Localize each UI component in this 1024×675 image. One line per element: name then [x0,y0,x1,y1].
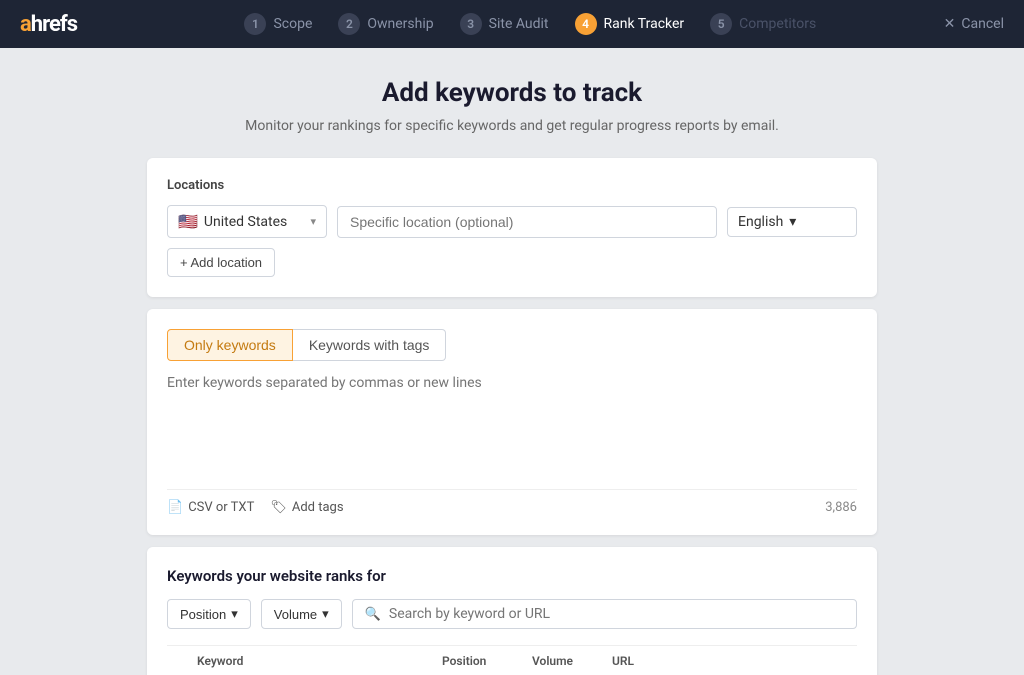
add-tags-button[interactable]: 🏷 Add tags [270,500,343,515]
locations-row: 🇺🇸 United States ▾ English ▾ [167,205,857,238]
keywords-card: Only keywords Keywords with tags 📄 CSV o… [147,309,877,535]
keyword-search-input[interactable] [389,606,844,622]
nav-steps: 1 Scope 2 Ownership 3 Site Audit 4 Rank … [117,9,944,39]
col-position: Position [442,654,532,668]
tab-only-keywords[interactable]: Only keywords [167,329,293,361]
col-volume: Volume [532,654,612,668]
ranks-card: Keywords your website ranks for Position… [147,547,877,675]
position-filter-label: Position [180,607,226,622]
keywords-count: 3,886 [825,500,857,515]
volume-filter-button[interactable]: Volume ▾ [261,599,342,629]
step-number-1: 1 [244,13,266,35]
nav-step-site-audit[interactable]: 3 Site Audit [450,9,559,39]
search-icon: 🔍 [365,607,381,622]
keyword-search-box: 🔍 [352,599,857,629]
col-url: URL [612,654,857,668]
step-number-3: 3 [460,13,482,35]
locations-card: Locations 🇺🇸 United States ▾ English ▾ +… [147,158,877,297]
step-number-5: 5 [710,13,732,35]
brand-logo: ahrefs [20,12,77,37]
nav-step-competitors: 5 Competitors [700,9,826,39]
nav-step-rank-tracker[interactable]: 4 Rank Tracker [565,9,695,39]
table-header: Keyword Position Volume URL [167,645,857,675]
keywords-tabs: Only keywords Keywords with tags [167,329,857,361]
position-filter-button[interactable]: Position ▾ [167,599,251,629]
filters-row: Position ▾ Volume ▾ 🔍 [167,599,857,629]
add-location-button[interactable]: + Add location [167,248,275,277]
chevron-down-icon-lang: ▾ [789,214,796,230]
ranks-title: Keywords your website ranks for [167,567,857,585]
page-title: Add keywords to track [382,78,642,108]
tag-icon: 🏷 [270,500,287,515]
csv-label: CSV or TXT [188,500,254,515]
chevron-down-icon: ▾ [310,215,316,228]
tab-keywords-with-tags[interactable]: Keywords with tags [293,329,447,361]
step-label-site-audit: Site Audit [489,16,549,32]
close-icon: ✕ [944,16,956,32]
volume-filter-label: Volume [274,607,317,622]
csv-import-button[interactable]: 📄 CSV or TXT [167,500,254,515]
cancel-label: Cancel [961,16,1004,32]
specific-location-input[interactable] [337,206,717,238]
step-number-4: 4 [575,13,597,35]
chevron-down-icon-volume: ▾ [322,606,329,622]
file-icon: 📄 [167,500,183,515]
country-select[interactable]: 🇺🇸 United States ▾ [167,205,327,238]
step-number-2: 2 [338,13,360,35]
add-tags-label: Add tags [292,500,344,515]
cancel-button[interactable]: ✕ Cancel [944,16,1004,32]
country-flag: 🇺🇸 [178,212,198,231]
top-nav: ahrefs 1 Scope 2 Ownership 3 Site Audit … [0,0,1024,48]
language-select[interactable]: English ▾ [727,207,857,237]
col-add [167,654,197,668]
keywords-card-footer: 📄 CSV or TXT 🏷 Add tags 3,886 [167,489,857,515]
locations-label: Locations [167,178,857,193]
step-label-competitors: Competitors [739,16,816,32]
keywords-textarea[interactable] [167,375,857,475]
nav-step-scope[interactable]: 1 Scope [234,9,322,39]
chevron-down-icon-position: ▾ [231,606,238,622]
language-value: English [738,214,783,230]
step-label-scope: Scope [273,16,312,32]
country-name: United States [204,214,287,230]
nav-step-ownership[interactable]: 2 Ownership [328,9,443,39]
page-subtitle: Monitor your rankings for specific keywo… [245,118,779,134]
add-location-label: + Add location [180,255,262,270]
col-keyword: Keyword [197,654,442,668]
step-label-rank-tracker: Rank Tracker [604,16,685,32]
step-label-ownership: Ownership [367,16,433,32]
main-content: Add keywords to track Monitor your ranki… [0,48,1024,675]
